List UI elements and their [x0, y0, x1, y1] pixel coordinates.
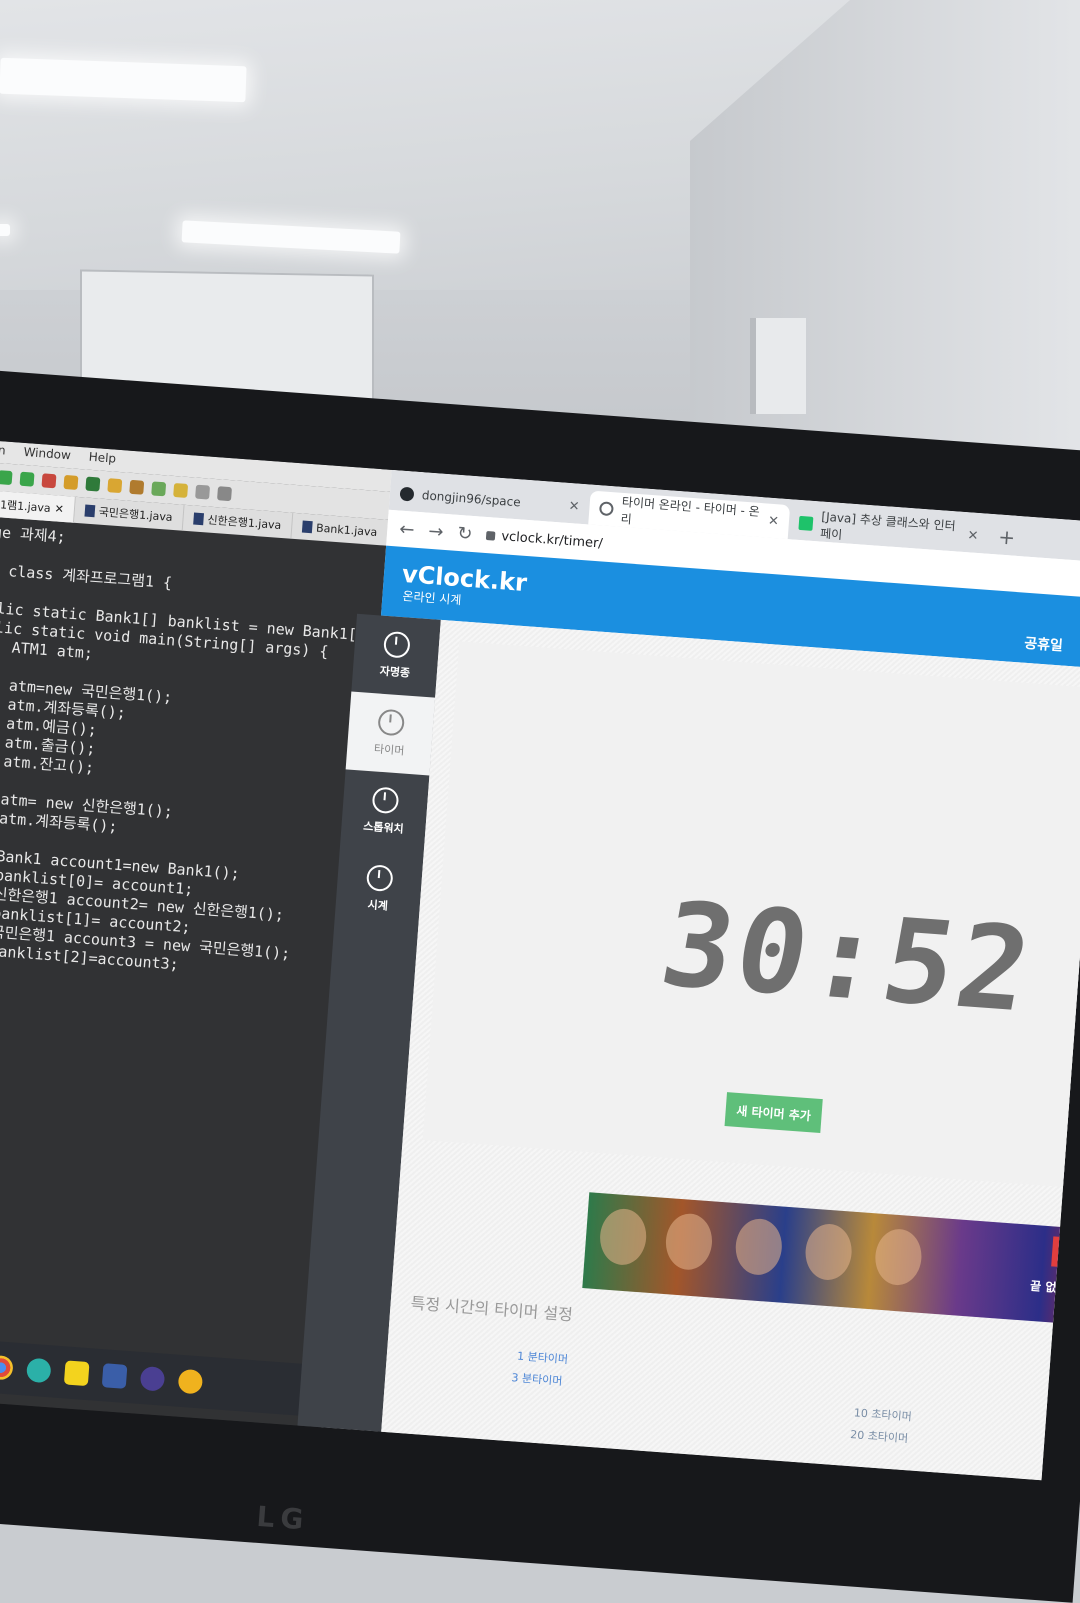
- sidebar-item-label: 시계: [367, 898, 389, 913]
- timer-icon: [377, 708, 406, 737]
- menu-item[interactable]: n: [0, 443, 6, 464]
- pencil-icon[interactable]: [129, 479, 145, 495]
- lock-icon: [486, 530, 496, 541]
- monitor-brand-logo: LG: [255, 1499, 311, 1537]
- reload-icon[interactable]: ↻: [457, 522, 474, 544]
- app-icon[interactable]: [177, 1368, 204, 1395]
- page-icon[interactable]: [195, 484, 211, 500]
- stopwatch-icon: [371, 786, 400, 815]
- tab-label: 국민은행1.java: [98, 505, 174, 524]
- banner-character: [598, 1207, 649, 1267]
- java-file-icon: [301, 520, 313, 534]
- menu-item-help[interactable]: Help: [88, 450, 116, 472]
- debug-icon[interactable]: [19, 471, 35, 487]
- banner-logo: MA: [1051, 1236, 1080, 1271]
- tab-title: dongjin96/space: [421, 488, 522, 510]
- eclipse-icon[interactable]: [139, 1365, 166, 1392]
- open-folder-icon[interactable]: [107, 478, 123, 494]
- display: n Window Help 1램1.java ✕ 국민은행1.java 신한은행…: [0, 440, 1080, 1481]
- back-icon[interactable]: ←: [399, 518, 416, 540]
- vscode-icon[interactable]: [101, 1363, 128, 1389]
- github-icon: [399, 486, 415, 502]
- add-timer-button[interactable]: 새 타이머 추가: [724, 1092, 823, 1134]
- banner-character: [803, 1222, 854, 1282]
- browser-window: dongjin96/space ✕ 타이머 온라인 - 타이머 - 온리 ✕ […: [297, 469, 1080, 1481]
- package-icon[interactable]: [63, 474, 79, 490]
- main-content: 30:52 새 타이머 추가 MA 끝 없 이 · 펼 특정 시간의 타이머 설…: [380, 619, 1080, 1481]
- edit-icon[interactable]: [173, 482, 189, 498]
- wall-speaker: [750, 318, 806, 414]
- paragraph-icon[interactable]: [217, 486, 232, 502]
- sidebar-item-clock[interactable]: 시계: [334, 847, 423, 931]
- stop-icon[interactable]: [41, 473, 57, 489]
- sidebar-item-stopwatch[interactable]: 스톱워치: [340, 769, 429, 853]
- banner-character: [733, 1217, 784, 1277]
- preset-link[interactable]: 20 초타이머: [850, 1426, 909, 1446]
- ceiling-light: [0, 224, 10, 236]
- java-file-icon: [193, 512, 204, 526]
- close-icon[interactable]: ✕: [54, 502, 64, 516]
- new-class-icon[interactable]: [85, 476, 101, 492]
- velog-icon: [798, 515, 814, 531]
- clock-icon: [365, 864, 394, 893]
- banner-character: [663, 1212, 714, 1272]
- timer-panel: 30:52 새 타이머 추가: [422, 641, 1080, 1189]
- kakaotalk-icon[interactable]: [63, 1360, 90, 1387]
- preset-link[interactable]: 3 분타이머: [511, 1369, 563, 1389]
- close-icon[interactable]: ✕: [768, 513, 780, 529]
- site-logo-subtitle: 온라인 시계: [401, 589, 462, 608]
- java-file-icon: [84, 504, 96, 518]
- url-field[interactable]: vclock.kr/timer/: [486, 528, 603, 551]
- sidebar-item-alarm[interactable]: 자명종: [351, 614, 440, 698]
- tab-label: Bank1.java: [315, 521, 378, 539]
- search-icon[interactable]: [151, 481, 167, 497]
- ad-banner[interactable]: MA 끝 없 이 · 펼: [582, 1192, 1080, 1327]
- sidebar-item-label: 자명종: [379, 664, 411, 680]
- forward-icon[interactable]: →: [428, 520, 445, 542]
- chrome-icon[interactable]: [0, 1354, 14, 1381]
- alarm-clock-icon: [382, 630, 411, 659]
- sidebar-item-label: 스톱워치: [362, 819, 405, 836]
- editor-tab[interactable]: 1램1.java ✕: [0, 490, 76, 523]
- close-icon[interactable]: ✕: [967, 528, 979, 544]
- run-icon[interactable]: [0, 470, 13, 486]
- monitor: n Window Help 1램1.java ✕ 국민은행1.java 신한은행…: [0, 368, 1080, 1603]
- preset-link[interactable]: 1 분타이머: [517, 1347, 569, 1367]
- new-tab-button[interactable]: +: [987, 524, 1026, 557]
- timer-display: 30:52: [651, 877, 1044, 1039]
- banner-character: [873, 1227, 924, 1287]
- sidebar-item-label: 타이머: [373, 742, 405, 758]
- banner-tagline: 끝 없 이 · 펼: [1029, 1278, 1080, 1298]
- menu-item-window[interactable]: Window: [23, 445, 71, 468]
- close-icon[interactable]: ✕: [568, 498, 580, 514]
- sidebar-item-timer[interactable]: 타이머: [345, 691, 436, 776]
- preset-link[interactable]: 10 초타이머: [853, 1404, 912, 1424]
- tab-label: 신한은행1.java: [206, 513, 282, 532]
- section-title: 특정 시간의 타이머 설정: [410, 1293, 574, 1325]
- timer-icon: [598, 501, 614, 517]
- edge-icon[interactable]: [25, 1357, 52, 1384]
- top-nav: 공휴일 도구: [1024, 633, 1080, 659]
- nav-holidays[interactable]: 공휴일: [1024, 633, 1064, 656]
- url-text: vclock.kr/timer/: [500, 528, 604, 552]
- tab-label: 1램1.java: [0, 498, 52, 515]
